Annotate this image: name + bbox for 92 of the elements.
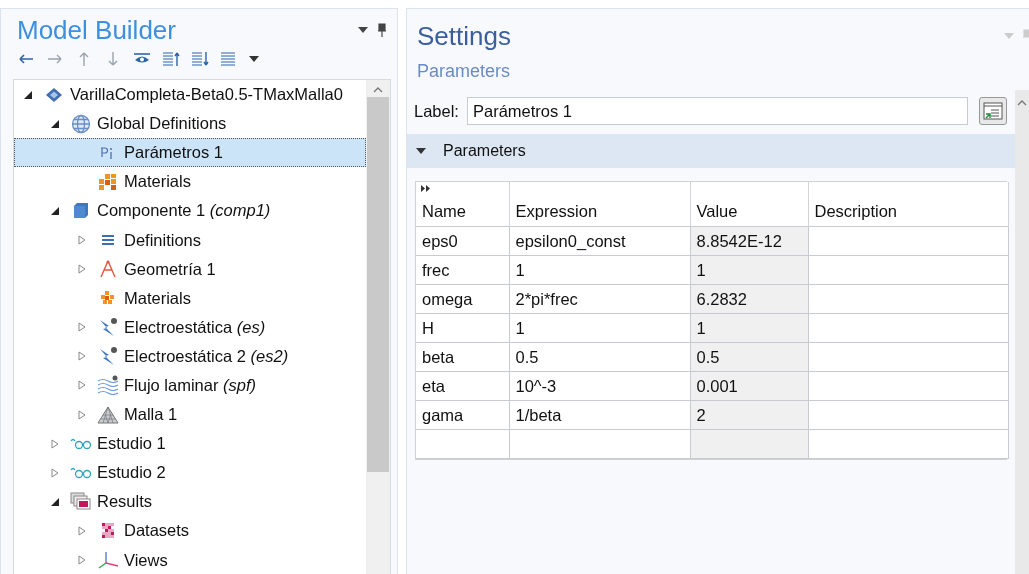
panel-subtitle: Parameters (417, 61, 512, 82)
table-cell: 2 (690, 400, 808, 430)
collapsed-triangle-icon[interactable] (77, 380, 87, 391)
comment-button[interactable] (979, 97, 1007, 125)
double-arrow-icon[interactable] (421, 185, 431, 192)
compass-icon (98, 259, 118, 280)
tree-item[interactable]: Estudio 1 (14, 429, 366, 459)
scroll-up-icon[interactable] (1016, 98, 1028, 108)
tree-item[interactable]: Datasets (14, 516, 366, 546)
table-cell: 1 (690, 313, 808, 343)
collapsed-triangle-icon[interactable] (50, 438, 60, 449)
label-field[interactable]: Parámetros 1 (466, 97, 968, 125)
tree-item[interactable]: Estudio 2 (14, 458, 366, 488)
table-cell: 0.001 (690, 371, 808, 401)
table-cell: eps0 (416, 226, 509, 256)
collapsed-triangle-icon[interactable] (50, 467, 60, 478)
section-header[interactable]: Parameters (407, 134, 1015, 168)
cube-logo-icon (44, 86, 64, 103)
lightning-icon (97, 346, 119, 367)
materials-icon (100, 290, 116, 307)
column-header[interactable]: Value (690, 182, 808, 227)
scrollbar[interactable] (366, 80, 390, 574)
expanded-triangle-icon[interactable] (50, 496, 60, 507)
flow-lines-icon (97, 375, 119, 396)
materials-icon (98, 172, 118, 191)
table-cell: H (416, 313, 509, 343)
table-cell: 1 (509, 313, 690, 343)
tree-item[interactable]: VarillaCompleta-Beta0.5-TMaxMalla0 (14, 80, 366, 110)
list-icon (100, 233, 116, 247)
pin-icon[interactable] (377, 23, 387, 37)
grid-icon (101, 521, 115, 540)
tree-item[interactable]: Componente 1 (comp1) (14, 196, 366, 226)
table-cell: frec (416, 255, 509, 285)
tree-item[interactable]: Materials (14, 283, 366, 313)
list-down-icon[interactable] (191, 50, 209, 68)
dropdown-caret-icon[interactable] (357, 26, 369, 34)
tree-item[interactable]: Geometría 1 (14, 254, 366, 284)
lightning-icon (97, 317, 119, 338)
panel-title: Model Builder (17, 14, 177, 46)
collapsed-triangle-icon[interactable] (77, 409, 87, 420)
collapsed-triangle-icon[interactable] (77, 322, 87, 333)
cube-icon (72, 201, 90, 220)
scrollbar[interactable] (1015, 90, 1029, 574)
table-cell: 0.5 (690, 342, 808, 372)
table-cell: 1 (690, 255, 808, 285)
expanded-triangle-icon[interactable] (50, 118, 60, 129)
mesh-triangle-icon (97, 405, 119, 424)
collapsed-triangle-icon[interactable] (77, 525, 87, 536)
table-cell: 8.8542E-12 (690, 226, 808, 256)
field-label: Label: (414, 101, 459, 121)
scroll-up-icon[interactable] (372, 85, 384, 95)
table-cell: eta (416, 371, 509, 401)
table-cell: 1/beta (509, 400, 690, 430)
tree-item[interactable]: Results (14, 487, 366, 517)
table-cell: gama (416, 400, 509, 430)
table-cell: 2*pi*frec (509, 284, 690, 314)
tree-item[interactable]: Electroestática (es) (14, 312, 366, 342)
table-cell: 0.5 (509, 342, 690, 372)
tree-item[interactable]: Views (14, 545, 366, 574)
dropdown-caret-icon[interactable] (249, 55, 259, 63)
axes-icon (97, 551, 119, 570)
tree-item[interactable]: Global Definitions (14, 109, 366, 139)
table-cell: epsilon0_const (509, 226, 690, 256)
tree-item[interactable]: Electroestática 2 (es2) (14, 341, 366, 371)
table-cell: beta (416, 342, 509, 372)
tree-item[interactable]: Parámetros 1 (14, 138, 366, 168)
table-cell: 1 (509, 255, 690, 285)
globe-icon (71, 113, 91, 134)
results-icon (70, 491, 92, 512)
tree-item[interactable]: Materials (14, 167, 366, 197)
tree-item[interactable]: Flujo laminar (spf) (14, 370, 366, 401)
column-header[interactable]: Description (808, 182, 1008, 227)
list-up-icon[interactable] (162, 50, 180, 68)
note-icon (983, 102, 1003, 120)
panel-title: Settings (417, 20, 512, 52)
expanded-triangle-icon[interactable] (23, 89, 33, 100)
glasses-icon (70, 436, 92, 451)
tree-item[interactable]: Definitions (14, 225, 366, 255)
tree-item[interactable]: Malla 1 (14, 400, 366, 430)
collapsed-triangle-icon[interactable] (77, 351, 87, 362)
column-header[interactable]: Expression (509, 182, 690, 227)
collapsed-triangle-icon[interactable] (77, 264, 87, 275)
expanded-triangle-icon[interactable] (50, 205, 60, 216)
glasses-icon (70, 465, 92, 480)
expanded-triangle-icon (415, 147, 427, 155)
table-cell: 10^-3 (509, 371, 690, 401)
list-icon[interactable] (220, 50, 238, 68)
column-header[interactable]: Name (416, 182, 509, 227)
table-cell: omega (416, 284, 509, 314)
collapsed-triangle-icon[interactable] (77, 555, 87, 566)
collapsed-triangle-icon[interactable] (77, 235, 87, 245)
table-cell: 6.2832 (690, 284, 808, 314)
